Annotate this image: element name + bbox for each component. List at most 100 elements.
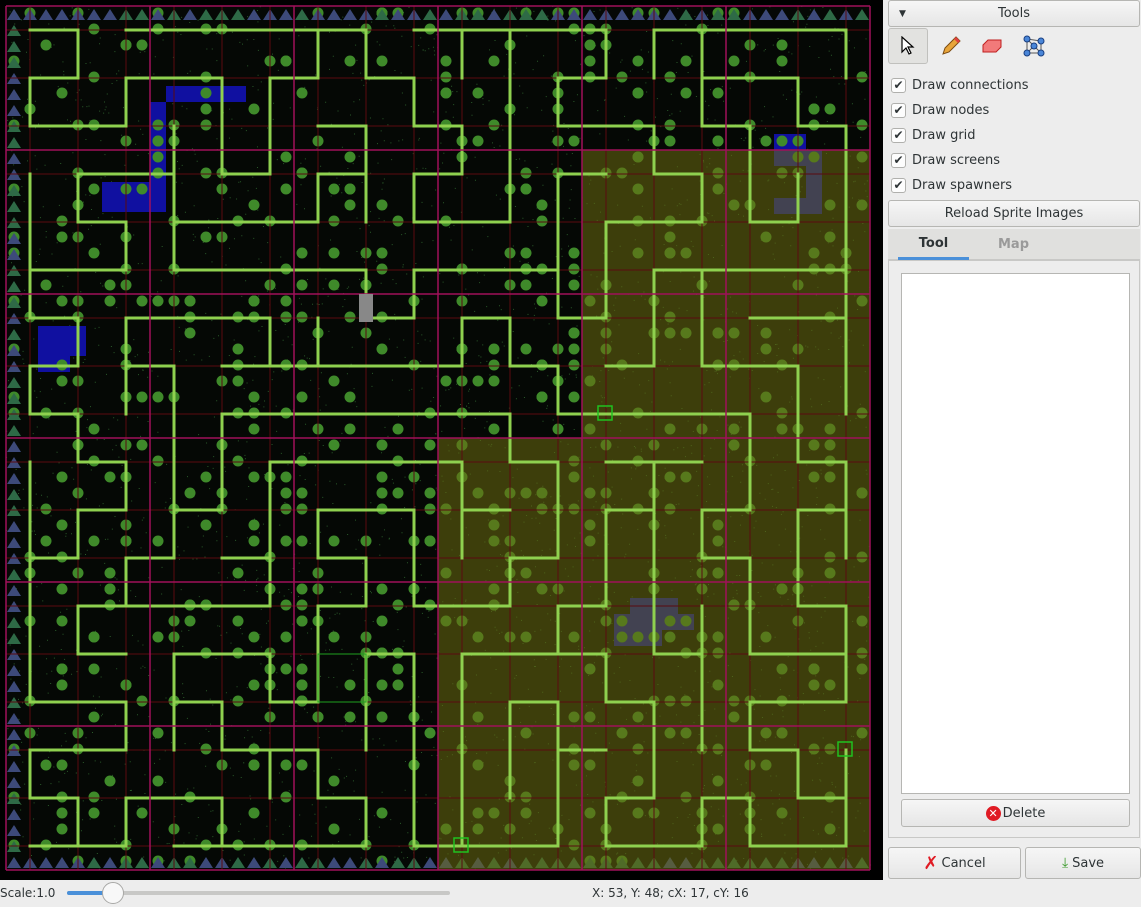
- tree-sprite: [200, 103, 212, 115]
- tree-sprite: [536, 391, 548, 403]
- tool-tab-content: ✕ Delete: [888, 260, 1140, 838]
- cancel-button[interactable]: ✗ Cancel: [888, 847, 1021, 879]
- tree-sprite: [56, 471, 68, 483]
- tab-tool[interactable]: Tool: [898, 229, 969, 260]
- tree-sprite: [488, 119, 500, 131]
- tree-sprite: [664, 135, 676, 147]
- tree-sprite: [88, 247, 100, 259]
- tree-sprite: [88, 535, 100, 547]
- pencil-tool-button[interactable]: [931, 28, 971, 64]
- tree-sprite: [472, 375, 484, 387]
- tree-sprite: [424, 439, 436, 451]
- map-view[interactable]: [0, 0, 883, 880]
- tree-sprite: [472, 135, 484, 147]
- tree-sprite: [328, 247, 340, 259]
- tree-sprite: [296, 247, 308, 259]
- tree-sprite: [136, 439, 148, 451]
- tree-sprite: [328, 439, 340, 451]
- tree-sprite: [248, 679, 260, 691]
- save-button[interactable]: ⤓ Save: [1025, 847, 1141, 879]
- tree-sprite: [584, 55, 596, 67]
- tree-sprite: [392, 215, 404, 227]
- tree-sprite: [248, 519, 260, 531]
- tree-sprite: [296, 311, 308, 323]
- tree-sprite: [280, 487, 292, 499]
- tower-sprite: [359, 294, 373, 322]
- tree-sprite: [296, 679, 308, 691]
- tool-list[interactable]: [901, 273, 1130, 794]
- tree-sprite: [200, 119, 212, 131]
- checkbox-box[interactable]: ✔: [891, 177, 906, 193]
- checkbox-draw-screens[interactable]: ✔ Draw screens: [891, 150, 1000, 170]
- checkbox-draw-nodes[interactable]: ✔ Draw nodes: [891, 100, 989, 120]
- status-bar: Scale:1.0 X: 53, Y: 48; cX: 17, cY: 16: [0, 880, 885, 907]
- tree-sprite: [280, 759, 292, 771]
- tree-sprite: [440, 71, 452, 83]
- tree-sprite: [376, 247, 388, 259]
- reload-sprite-images-button[interactable]: Reload Sprite Images: [888, 200, 1140, 227]
- tree-sprite: [424, 727, 436, 739]
- checkbox-box[interactable]: ✔: [891, 127, 906, 143]
- tree-sprite: [280, 295, 292, 307]
- tree-sprite: [344, 311, 356, 323]
- tree-sprite: [296, 87, 308, 99]
- tree-sprite: [56, 87, 68, 99]
- tree-sprite: [200, 519, 212, 531]
- tree-sprite: [88, 791, 100, 803]
- tree-sprite: [232, 343, 244, 355]
- tree-sprite: [248, 807, 260, 819]
- map-canvas[interactable]: [0, 0, 883, 880]
- tree-sprite: [232, 455, 244, 467]
- tree-sprite: [200, 743, 212, 755]
- tab-map[interactable]: Map: [978, 229, 1049, 260]
- scale-label: Scale:1.0: [0, 886, 56, 900]
- nodes-tool-button[interactable]: [1014, 28, 1054, 64]
- tree-sprite: [152, 455, 164, 467]
- checkbox-draw-connections[interactable]: ✔ Draw connections: [891, 75, 1029, 95]
- tree-sprite: [248, 471, 260, 483]
- tree-sprite: [376, 679, 388, 691]
- tree-sprite: [376, 471, 388, 483]
- tree-sprite: [568, 279, 580, 291]
- tree-sprite: [344, 423, 356, 435]
- tree-sprite: [392, 663, 404, 675]
- tree-sprite: [328, 631, 340, 643]
- tree-sprite: [728, 55, 740, 67]
- delete-icon: ✕: [985, 805, 1001, 821]
- checkbox-box[interactable]: ✔: [891, 102, 906, 118]
- scale-slider-handle[interactable]: [101, 882, 124, 904]
- tree-sprite: [280, 55, 292, 67]
- tree-sprite: [328, 535, 340, 547]
- scale-slider[interactable]: [67, 882, 450, 904]
- tree-sprite: [568, 327, 580, 339]
- tree-sprite: [232, 375, 244, 387]
- delete-button[interactable]: ✕ Delete: [901, 799, 1130, 827]
- tree-sprite: [392, 679, 404, 691]
- checkbox-draw-spawners[interactable]: ✔ Draw spawners: [891, 175, 1012, 195]
- checkbox-draw-grid[interactable]: ✔ Draw grid: [891, 125, 976, 145]
- tree-sprite: [136, 39, 148, 51]
- tree-sprite: [392, 487, 404, 499]
- tree-sprite: [248, 631, 260, 643]
- tree-sprite: [376, 343, 388, 355]
- checkbox-box[interactable]: ✔: [891, 152, 906, 168]
- tree-sprite: [88, 71, 100, 83]
- select-tool-button[interactable]: [888, 28, 928, 64]
- eraser-tool-button[interactable]: [972, 28, 1012, 64]
- tree-sprite: [56, 663, 68, 675]
- tree-sprite: [88, 23, 100, 35]
- tree-sprite: [856, 71, 868, 83]
- tree-sprite: [200, 87, 212, 99]
- checkbox-box[interactable]: ✔: [891, 77, 906, 93]
- tree-sprite: [808, 103, 820, 115]
- tree-sprite: [40, 39, 52, 51]
- tree-sprite: [56, 807, 68, 819]
- tree-sprite: [104, 471, 116, 483]
- tree-sprite: [56, 215, 68, 227]
- tree-sprite: [40, 535, 52, 547]
- tree-sprite: [376, 711, 388, 723]
- tools-header-button[interactable]: ▼ Tools: [888, 0, 1140, 27]
- tree-sprite: [104, 295, 116, 307]
- tree-sprite: [56, 583, 68, 595]
- tree-sprite: [56, 679, 68, 691]
